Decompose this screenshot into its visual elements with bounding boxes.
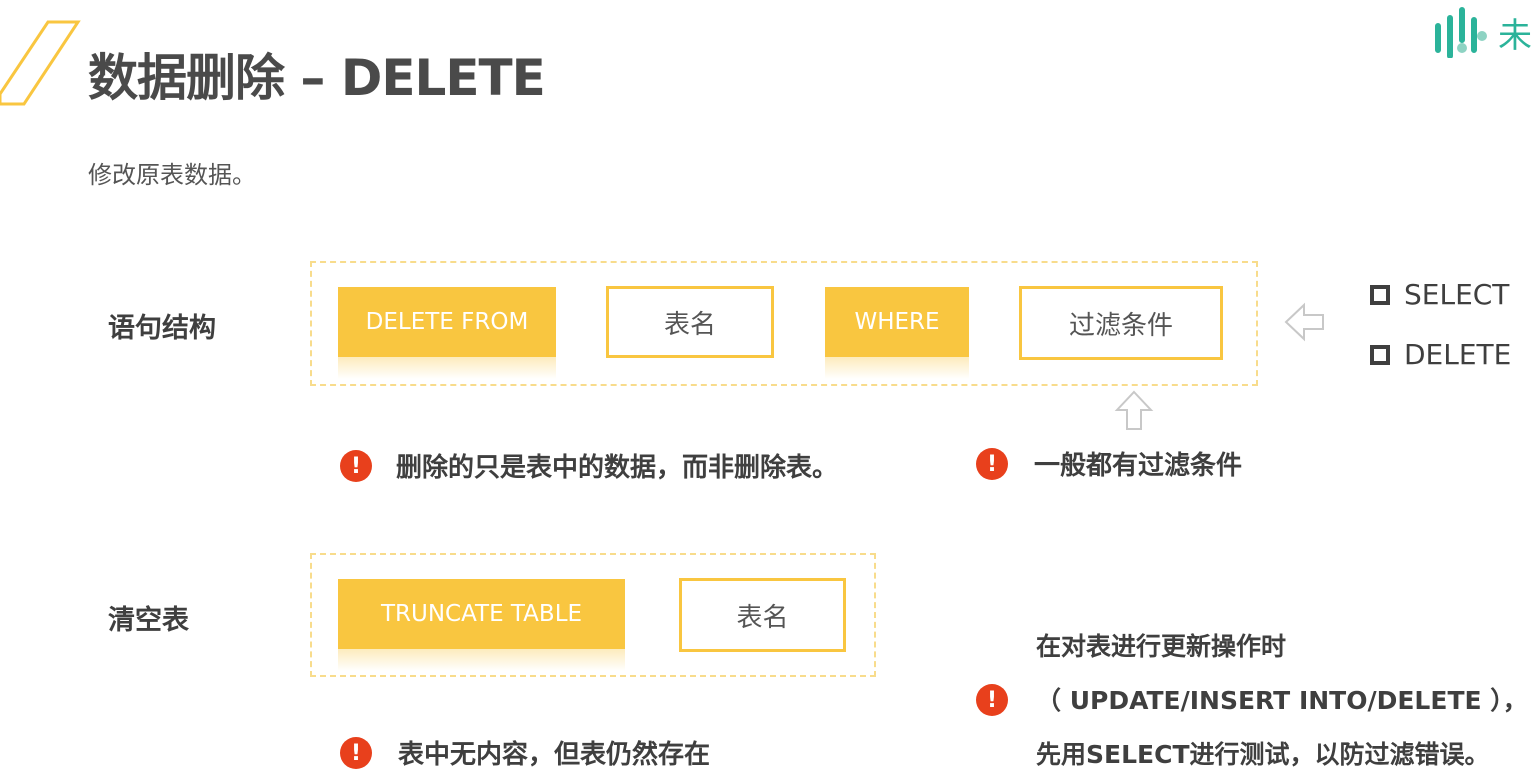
token-truncate-table: TRUNCATE TABLE xyxy=(338,579,625,671)
warning-line: 在对表进行更新操作时 xyxy=(1036,632,1287,661)
alert-icon: ! xyxy=(340,737,372,769)
update-warning: 在对表进行更新操作时 （ UPDATE/INSERT INTO/DELETE ）… xyxy=(1036,620,1528,782)
brand-logo-text: 未 xyxy=(1498,15,1532,56)
square-bullet-icon xyxy=(1370,344,1390,365)
option-select: SELECT xyxy=(1370,278,1509,311)
warning-line: （ UPDATE/INSERT INTO/DELETE ）， xyxy=(1036,686,1528,715)
brand-logo: 未 xyxy=(1432,6,1532,58)
option-delete: DELETE xyxy=(1370,338,1511,371)
square-bullet-icon xyxy=(1370,284,1390,305)
syntax-note-delete-data: 删除的只是表中的数据，而非删除表。 xyxy=(396,453,839,483)
option-label: SELECT xyxy=(1404,278,1510,311)
slide-title: 数据删除 – DELETE xyxy=(88,49,546,107)
alert-icon: ! xyxy=(976,448,1008,480)
token-table-name-truncate: 表名 xyxy=(679,578,846,652)
token-where: WHERE xyxy=(825,287,969,379)
truncate-note: 表中无内容，但表仍然存在 xyxy=(398,740,711,770)
slide-subtitle: 修改原表数据。 xyxy=(88,161,256,189)
option-label: DELETE xyxy=(1404,338,1512,371)
token-delete-from: DELETE FROM xyxy=(338,287,556,379)
corner-stripe-icon xyxy=(0,20,81,106)
syntax-note-filter: 一般都有过滤条件 xyxy=(1034,451,1243,481)
alert-icon: ! xyxy=(340,450,372,482)
arrow-up-icon xyxy=(1114,390,1154,430)
alert-icon: ! xyxy=(976,684,1008,716)
brand-logo-icon xyxy=(1435,7,1487,58)
syntax-label: 语句结构 xyxy=(108,313,216,344)
truncate-label: 清空表 xyxy=(108,605,189,636)
token-table-name: 表名 xyxy=(606,286,774,358)
token-filter-condition: 过滤条件 xyxy=(1019,286,1223,360)
arrow-left-icon xyxy=(1284,302,1324,342)
